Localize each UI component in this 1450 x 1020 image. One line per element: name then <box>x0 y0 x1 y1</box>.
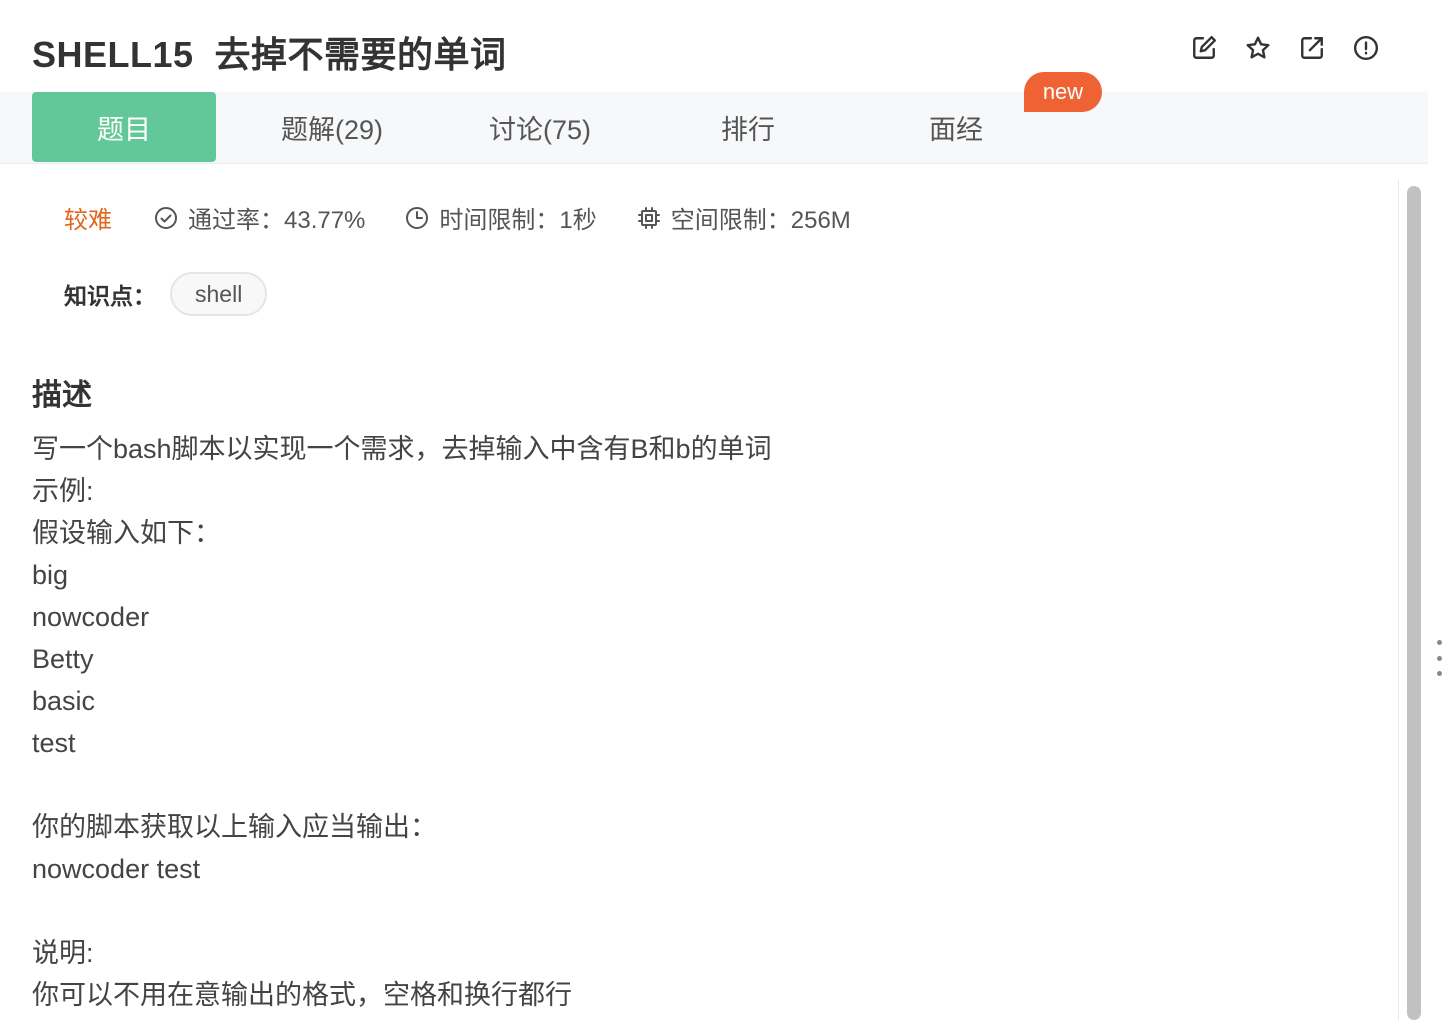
description-line: basic <box>32 686 96 716</box>
description-line: 说明: <box>32 938 94 968</box>
time-limit: 时间限制：1秒 <box>405 200 597 235</box>
problem-header: SHELL15 去掉不需要的单词 <box>0 0 1428 92</box>
share-icon <box>1301 37 1323 59</box>
share-button[interactable] <box>1298 30 1326 66</box>
description-line: big <box>32 560 69 590</box>
knowledge-label: 知识点： <box>64 283 156 309</box>
pass-rate-text: 通过率：43.77% <box>188 207 366 234</box>
tab-discussion[interactable]: 讨论(75) <box>450 92 630 162</box>
knowledge-tag-shell[interactable]: shell <box>170 272 268 316</box>
description-line: nowcoder test <box>32 854 201 884</box>
content-scrollbar[interactable] <box>1398 180 1428 1020</box>
new-badge: new <box>1024 72 1102 112</box>
tab-problem[interactable]: 题目 <box>32 92 216 162</box>
page-title: SHELL15 去掉不需要的单词 <box>32 34 507 75</box>
header-actions <box>1190 30 1380 66</box>
space-limit: 空间限制：256M <box>637 200 851 235</box>
space-limit-text: 空间限制：256M <box>670 207 851 234</box>
edit-icon <box>1193 35 1217 59</box>
knowledge-points: 知识点： shell <box>64 272 268 316</box>
description-line: 你可以不用在意输出的格式，空格和换行都行 <box>32 980 572 1010</box>
tab-solutions[interactable]: 题解(29) <box>242 92 422 162</box>
problem-content: 较难 通过率：43.77% 时间限制：1秒 空间限制：256M 知识点： she… <box>0 164 1400 1020</box>
edit-button[interactable] <box>1190 30 1218 66</box>
chip-icon <box>637 206 660 229</box>
description-line <box>32 890 1372 932</box>
problem-meta: 较难 通过率：43.77% 时间限制：1秒 空间限制：256M <box>64 200 891 235</box>
description-line: 示例: <box>32 476 94 506</box>
description-line: Betty <box>32 644 94 674</box>
drag-dot-icon <box>1436 655 1442 661</box>
pass-rate: 通过率：43.77% <box>154 200 365 235</box>
description-line: test <box>32 728 76 758</box>
drag-dot-icon <box>1436 640 1442 645</box>
time-limit-text: 时间限制：1秒 <box>439 207 597 234</box>
scrollbar-thumb[interactable] <box>1407 186 1421 1020</box>
description-line: nowcoder <box>32 602 150 632</box>
tab-interview[interactable]: 面经 <box>866 92 1046 162</box>
drag-dot-icon <box>1436 671 1442 676</box>
description-line: 假设输入如下： <box>32 518 221 548</box>
description-line: 你的脚本获取以上输入应当输出： <box>32 812 437 842</box>
clock-icon <box>406 206 429 229</box>
tab-bar: 题目 题解(29) 讨论(75) 排行 面经 new <box>0 72 1428 164</box>
tab-ranking[interactable]: 排行 <box>658 92 838 162</box>
description-body: 写一个bash脚本以实现一个需求，去掉输入中含有B和b的单词 示例: 假设输入如… <box>32 428 1372 1016</box>
difficulty-label: 较难 <box>64 207 112 234</box>
panel-resize-handle[interactable] <box>1434 640 1444 676</box>
star-icon <box>1246 36 1270 59</box>
description-title: 描述 <box>32 379 92 412</box>
report-button[interactable] <box>1352 30 1380 66</box>
check-circle-icon <box>155 206 177 229</box>
description-line: 写一个bash脚本以实现一个需求，去掉输入中含有B和b的单词 <box>32 434 772 464</box>
report-icon <box>1353 35 1379 61</box>
description-line <box>32 764 1372 806</box>
favorite-button[interactable] <box>1244 30 1272 66</box>
